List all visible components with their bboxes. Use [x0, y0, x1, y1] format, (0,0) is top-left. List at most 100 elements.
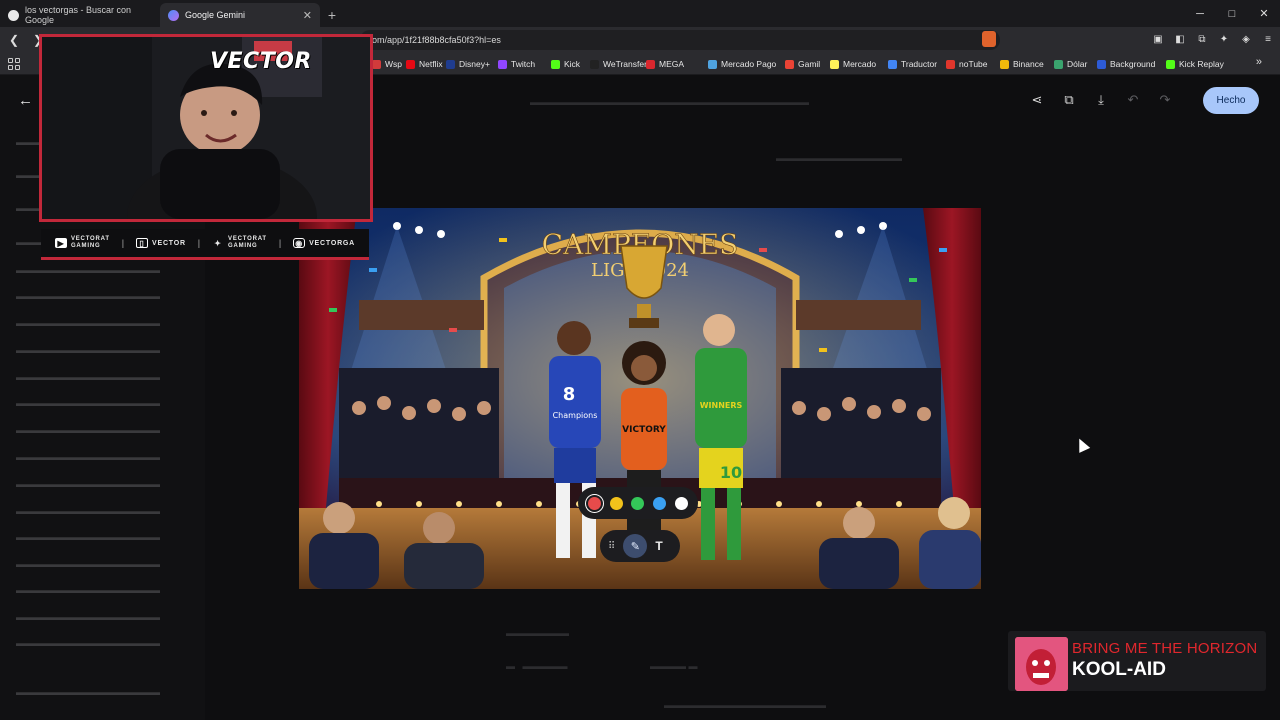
bookmark-item[interactable]: Gamil: [785, 57, 820, 71]
apps-icon[interactable]: [8, 58, 20, 70]
sidebar-chat-item[interactable]: ▬▬▬▬▬▬▬▬▬▬▬▬▬▬▬▬: [16, 291, 186, 303]
bookmark-favicon-icon: [590, 59, 599, 69]
instagram-icon: ◉: [293, 238, 306, 248]
jersey-blue-text: Champions: [553, 411, 598, 420]
drag-handle-icon[interactable]: ⠿: [608, 541, 615, 552]
tab-google-search[interactable]: los vectorgas - Buscar con Google: [0, 3, 160, 27]
bookmark-label: Binance: [1013, 59, 1044, 69]
done-button[interactable]: Hecho: [1203, 87, 1259, 114]
bookmark-favicon-icon: [785, 59, 794, 69]
new-tab-button[interactable]: +: [320, 3, 344, 27]
share-icon[interactable]: ⋖: [1027, 90, 1047, 110]
bookmark-item[interactable]: Traductor: [888, 57, 937, 71]
bookmark-favicon-icon: [708, 59, 717, 69]
sidebar-icon[interactable]: ◧: [1172, 30, 1188, 48]
brave-shield-icon[interactable]: [982, 31, 996, 47]
player-orange: VICTORY: [621, 341, 667, 560]
sidebar-chat-item[interactable]: ▬▬▬▬▬▬▬▬▬▬▬▬▬▬▬▬: [16, 612, 186, 624]
social-twitch: ▯ VECTOR: [136, 238, 186, 248]
more-bookmarks-icon[interactable]: »: [1256, 56, 1262, 68]
bookmark-favicon-icon: [1000, 59, 1009, 69]
bookmark-item[interactable]: Disney+: [446, 57, 490, 71]
sidebar-chat-item[interactable]: ▬▬▬▬▬▬▬▬▬▬▬▬▬▬▬▬: [16, 506, 186, 518]
bookmark-item[interactable]: Twitch: [498, 57, 535, 71]
copy-icon[interactable]: ⧉: [1059, 90, 1079, 110]
now-playing-widget: BRING ME THE HORIZON KOOL-AID: [1008, 631, 1266, 691]
vpn-icon[interactable]: ◈: [1238, 30, 1254, 48]
social-separator: |: [197, 238, 201, 248]
bookmark-favicon-icon: [406, 59, 415, 69]
bookmark-item[interactable]: MEGA: [646, 57, 684, 71]
sidebar-chat-item[interactable]: ▬▬▬▬▬▬▬▬▬▬▬▬▬▬▬▬: [16, 372, 186, 384]
bookmark-item[interactable]: Kick: [551, 57, 580, 71]
wallet-icon[interactable]: ▣: [1150, 30, 1166, 48]
sidebar-chat-item[interactable]: ▬▬▬▬▬▬▬▬▬▬▬▬▬▬▬▬: [16, 345, 186, 357]
bookmark-item[interactable]: Kick Replay: [1166, 57, 1224, 71]
maximize-button[interactable]: □: [1216, 0, 1248, 27]
undo-icon[interactable]: ↶: [1123, 90, 1143, 110]
bookmark-favicon-icon: [372, 59, 381, 69]
prompt-text-faded: ▬▬▬▬▬▬▬▬▬▬▬▬▬▬▬▬▬▬▬▬▬▬▬▬▬▬▬▬▬▬▬: [530, 97, 809, 107]
social-links-bar: ▶ VECTORAT GAMING | ▯ VECTOR | ✦ VECTORAT…: [41, 229, 369, 260]
color-swatch[interactable]: [653, 496, 667, 510]
color-swatch[interactable]: [631, 496, 645, 510]
social-line1: VECTORAT: [70, 236, 110, 242]
balcony-left: [359, 300, 484, 330]
url-text: om/app/1f21f88b8cfa50f3?hl=es: [372, 35, 501, 45]
bookmark-item[interactable]: Netflix: [406, 57, 443, 71]
reply-text-faded: ▬▬▬▬▬▬▬▬▬▬▬▬▬▬: [776, 153, 902, 163]
color-swatch[interactable]: [674, 496, 688, 510]
download-icon[interactable]: ⤓: [1091, 90, 1111, 110]
sidebar-chat-item[interactable]: ▬▬▬▬▬▬▬▬▬▬▬▬▬▬▬▬: [16, 265, 186, 277]
bookmark-item[interactable]: Wsp: [372, 57, 402, 71]
bookmark-label: Mercado: [843, 59, 877, 69]
bookmark-label: Kick Replay: [1179, 59, 1224, 69]
draw-toolbar: ⠿ ✎ T: [600, 530, 680, 562]
bookmark-label: Disney+: [459, 59, 490, 69]
sidebar-chat-item[interactable]: ▬▬▬▬▬▬▬▬▬▬▬▬▬▬▬▬: [16, 318, 186, 330]
tab-gemini[interactable]: Google Gemini ✕: [160, 3, 320, 27]
sidebar-chat-item[interactable]: ▬▬▬▬▬▬▬▬▬▬▬▬▬▬▬▬: [16, 559, 186, 571]
text-tool-button[interactable]: T: [655, 539, 662, 553]
sidebar-chat-item[interactable]: ▬▬▬▬▬▬▬▬▬▬▬▬▬▬▬▬: [16, 532, 186, 544]
close-tab-icon[interactable]: ✕: [303, 9, 312, 22]
bookmark-favicon-icon: [946, 59, 955, 69]
extensions-icon[interactable]: ⧉: [1194, 30, 1210, 48]
bookmark-item[interactable]: Binance: [1000, 57, 1044, 71]
pen-icon[interactable]: ✎: [623, 534, 648, 558]
jersey-blue-number: 8: [563, 384, 576, 405]
back-nav-icon[interactable]: ❮: [4, 30, 24, 50]
bookmark-item[interactable]: noTube: [946, 57, 988, 71]
bookmark-item[interactable]: Mercado: [830, 57, 876, 71]
youtube-icon: ▶: [54, 238, 67, 248]
ai-icon[interactable]: ✦: [1216, 30, 1232, 48]
address-bar[interactable]: om/app/1f21f88b8cfa50f3?hl=es: [360, 30, 1000, 50]
color-swatch[interactable]: [588, 496, 602, 510]
window-controls: ─ □ ✕: [1184, 0, 1280, 27]
social-instagram: ◉ VECTORGA: [293, 238, 355, 248]
redo-icon[interactable]: ↷: [1155, 90, 1175, 110]
minimize-button[interactable]: ─: [1184, 0, 1216, 27]
social-line1: VECTORAT: [228, 236, 267, 242]
response-faded: ▬▬▬▬▬▬▬: [506, 628, 569, 638]
menu-icon[interactable]: ≡: [1260, 30, 1276, 48]
bookmark-item[interactable]: Dólar: [1054, 57, 1087, 71]
bookmark-item[interactable]: Background: [1097, 57, 1155, 71]
sidebar-chat-item[interactable]: ▬▬▬▬▬▬▬▬▬▬▬▬▬▬▬▬: [16, 638, 186, 650]
bookmark-item[interactable]: WeTransfer: [590, 57, 647, 71]
bookmark-label: Dólar: [1067, 59, 1088, 69]
sidebar-chat-item[interactable]: ▬▬▬▬▬▬▬▬▬▬▬▬▬▬▬▬: [16, 479, 186, 491]
back-arrow-icon[interactable]: ←: [18, 92, 33, 109]
social-youtube: ▶ VECTORAT GAMING: [54, 236, 110, 250]
sidebar-chat-item[interactable]: ▬▬▬▬▬▬▬▬▬▬▬▬▬▬▬▬: [16, 687, 186, 699]
bookmark-favicon-icon: [1054, 59, 1063, 69]
bookmark-item[interactable]: Mercado Pago: [708, 57, 776, 71]
close-window-button[interactable]: ✕: [1248, 0, 1280, 27]
image-edit-toolbar: ⋖ ⧉ ⤓ ↶ ↷: [1027, 90, 1175, 110]
sidebar-chat-item[interactable]: ▬▬▬▬▬▬▬▬▬▬▬▬▬▬▬▬: [16, 398, 186, 410]
sidebar-chat-item[interactable]: ▬▬▬▬▬▬▬▬▬▬▬▬▬▬▬▬: [16, 585, 186, 597]
now-playing-song: KOOL-AID: [1072, 659, 1166, 680]
sidebar-chat-item[interactable]: ▬▬▬▬▬▬▬▬▬▬▬▬▬▬▬▬: [16, 425, 186, 437]
color-swatch[interactable]: [609, 496, 623, 510]
sidebar-chat-item[interactable]: ▬▬▬▬▬▬▬▬▬▬▬▬▬▬▬▬: [16, 452, 186, 464]
